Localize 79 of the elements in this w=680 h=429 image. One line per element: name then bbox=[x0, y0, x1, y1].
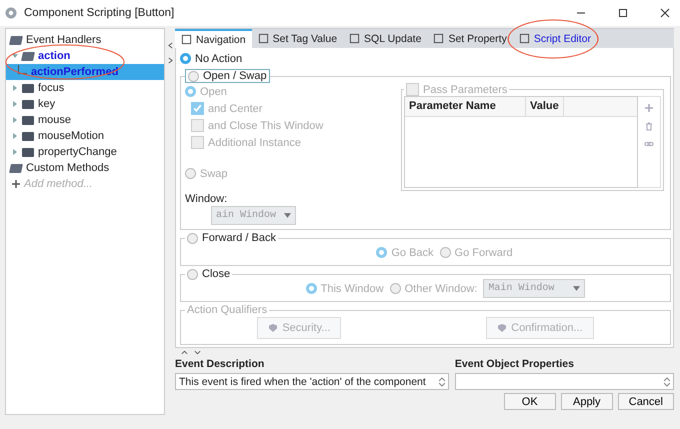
checkbox-label: and Close This Window bbox=[208, 120, 324, 132]
expander-icon[interactable] bbox=[12, 85, 18, 91]
radio-label: No Action bbox=[195, 52, 242, 64]
tree-item[interactable]: Event Handlers bbox=[6, 32, 164, 48]
checkbox[interactable] bbox=[191, 136, 204, 149]
radio-button[interactable] bbox=[440, 247, 451, 258]
radio-label: Go Back bbox=[391, 246, 434, 258]
tab-icon bbox=[349, 33, 360, 44]
expander-icon[interactable] bbox=[12, 117, 18, 123]
radio-label: Forward / Back bbox=[202, 232, 276, 244]
trash-icon[interactable] bbox=[644, 121, 654, 131]
caret-icon bbox=[573, 286, 580, 291]
tree-item[interactable]: focus bbox=[6, 80, 164, 96]
expander-icon[interactable] bbox=[12, 133, 18, 139]
add-icon[interactable] bbox=[12, 180, 20, 188]
window-label: Window: bbox=[185, 193, 228, 205]
radio-button[interactable] bbox=[306, 283, 317, 294]
checkbox-label: Additional Instance bbox=[208, 136, 301, 148]
radio-label: Swap bbox=[200, 168, 228, 180]
tab-icon bbox=[258, 33, 269, 44]
shield-icon bbox=[268, 323, 278, 333]
tab[interactable]: Set Tag Value bbox=[252, 29, 344, 48]
tab[interactable]: SQL Update bbox=[343, 29, 428, 48]
column-header: Value bbox=[526, 97, 564, 116]
radio-button[interactable] bbox=[376, 247, 388, 258]
tab-icon bbox=[433, 33, 444, 44]
column-header: Parameter Name bbox=[405, 97, 526, 116]
tree-item[interactable]: mouse bbox=[6, 112, 164, 128]
radio-button[interactable] bbox=[185, 168, 196, 179]
checkbox[interactable] bbox=[191, 102, 204, 115]
move-up-icon[interactable] bbox=[181, 350, 188, 355]
tree-item[interactable]: Custom Methods bbox=[6, 160, 164, 176]
radio-label: Close bbox=[202, 268, 230, 280]
checkbox[interactable] bbox=[191, 119, 204, 132]
move-down-icon[interactable] bbox=[194, 350, 201, 355]
link-icon[interactable] bbox=[644, 139, 654, 149]
tree-item[interactable]: key bbox=[6, 96, 164, 112]
expander-icon[interactable] bbox=[12, 53, 18, 59]
tree-item[interactable]: propertyChange bbox=[6, 144, 164, 160]
tab[interactable]: Navigation bbox=[175, 29, 252, 48]
window-title: Component Scripting [Button] bbox=[24, 7, 174, 19]
radio-button[interactable] bbox=[185, 86, 196, 97]
app-icon bbox=[4, 6, 18, 20]
section-label: Event Description bbox=[175, 358, 266, 370]
shield-icon bbox=[497, 323, 508, 333]
radio-button[interactable] bbox=[187, 232, 198, 244]
dialog-button[interactable]: Apply bbox=[560, 393, 613, 410]
collapse-left-icon[interactable] bbox=[168, 42, 172, 49]
radio-button[interactable] bbox=[180, 53, 191, 64]
tree-item[interactable]: action bbox=[6, 48, 164, 64]
spinner-icon[interactable] bbox=[664, 376, 670, 386]
tree-item[interactable]: mouseMotion bbox=[6, 128, 164, 144]
tab-icon bbox=[518, 33, 530, 44]
expander-icon[interactable] bbox=[12, 101, 18, 107]
maximize-icon[interactable] bbox=[618, 8, 628, 18]
caret-icon bbox=[284, 213, 292, 218]
radio-button[interactable] bbox=[187, 268, 198, 280]
close-icon[interactable] bbox=[660, 8, 670, 18]
checkbox-label: Pass Parameters bbox=[423, 84, 508, 96]
radio-label: Other Window: bbox=[404, 282, 478, 294]
radio-button[interactable] bbox=[188, 70, 199, 82]
expander-icon[interactable] bbox=[12, 149, 18, 155]
radio-label: Go Forward bbox=[454, 246, 513, 258]
radio-button[interactable] bbox=[390, 283, 401, 294]
tab[interactable]: Set Property bbox=[427, 29, 513, 48]
dialog-button[interactable]: Cancel bbox=[618, 393, 674, 410]
checkbox-label: and Center bbox=[208, 102, 262, 114]
radio-label: Open / Swap bbox=[203, 70, 267, 82]
checkbox[interactable] bbox=[406, 83, 419, 96]
dialog-button[interactable]: OK bbox=[504, 393, 556, 410]
properties-field[interactable] bbox=[454, 373, 674, 390]
radio-label: Open bbox=[200, 86, 227, 98]
group-title: Action Qualifiers bbox=[187, 304, 268, 316]
spinner-icon[interactable] bbox=[438, 376, 445, 386]
section-label: Event Object Properties bbox=[454, 358, 575, 370]
tab-icon bbox=[181, 34, 192, 45]
radio-label: This Window bbox=[320, 282, 384, 294]
expand-right-icon[interactable] bbox=[168, 57, 172, 64]
description-field[interactable]: This event is fired when the 'action' of the component bbox=[175, 373, 449, 390]
